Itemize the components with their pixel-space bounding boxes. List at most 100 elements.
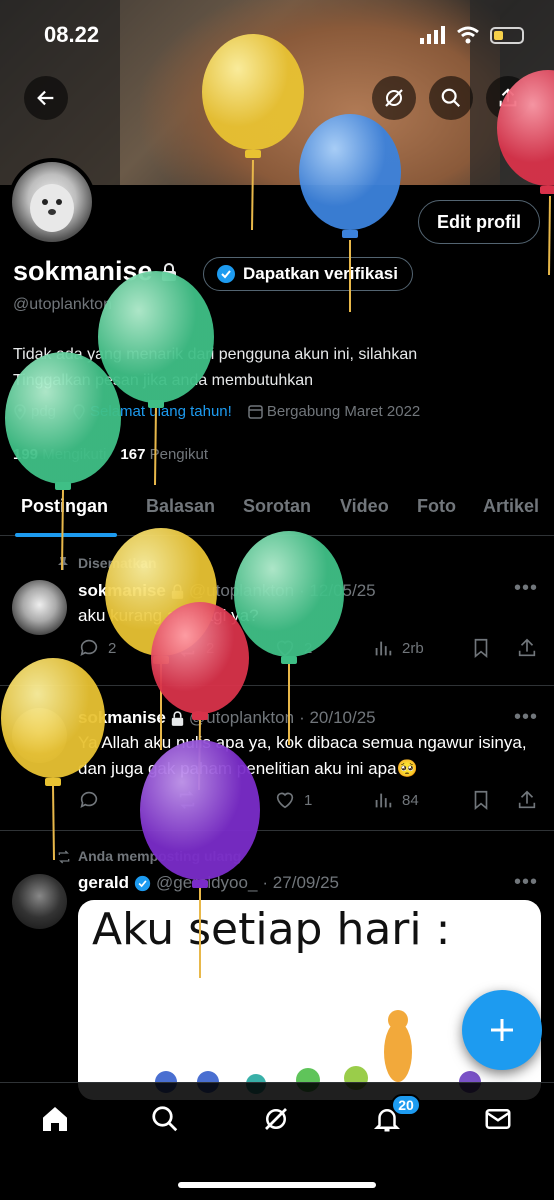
- post-avatar[interactable]: [12, 874, 67, 929]
- share-button[interactable]: [486, 76, 530, 120]
- location-text: pdg: [31, 403, 57, 420]
- views-chart-icon: [375, 793, 392, 808]
- bio-line-2: Tinggalkan pesan jika anda membutuhkan: [13, 372, 314, 389]
- repost-icon: [58, 850, 70, 864]
- tab-foto[interactable]: Foto: [417, 496, 456, 517]
- nav-grok[interactable]: [258, 1101, 294, 1137]
- post-more-button[interactable]: •••: [514, 577, 538, 600]
- nav-home[interactable]: [37, 1101, 73, 1137]
- followers-stat[interactable]: 167 Pengikut: [120, 446, 208, 463]
- post-author-handle: @utoplankton: [188, 581, 295, 600]
- profile-name: sokmanise: [13, 256, 153, 286]
- views-count: 84: [402, 791, 419, 809]
- grok-button[interactable]: [372, 76, 416, 120]
- birthday-text[interactable]: Selamat ulang tahun!: [90, 403, 232, 420]
- heart-icon: [276, 640, 294, 657]
- tab-postingan[interactable]: Postingan: [21, 496, 108, 517]
- lock-icon: [171, 583, 184, 599]
- verified-badge-icon: [134, 875, 151, 891]
- views-chart-icon: [375, 641, 392, 656]
- verified-badge-icon: [217, 265, 235, 283]
- get-verified-button[interactable]: Dapatkan verifikasi: [203, 257, 413, 291]
- post-avatar[interactable]: [12, 708, 67, 763]
- post-item[interactable]: sokmanise @utoplankton · 20/10/25 ••• Ya…: [0, 686, 554, 831]
- post-more-button[interactable]: •••: [514, 871, 538, 894]
- grok-icon: [385, 89, 403, 107]
- reply-icon: [80, 791, 98, 808]
- tab-sorotan[interactable]: Sorotan: [243, 496, 311, 517]
- post-date: · 12/05/25: [299, 581, 376, 600]
- views-button[interactable]: 84: [372, 789, 419, 811]
- profile-bio: Tidak ada yang menarik dari pengguna aku…: [13, 342, 533, 394]
- share-icon: [518, 790, 536, 809]
- signal-icon: [420, 26, 445, 44]
- post-author-name[interactable]: sokmanise: [78, 581, 166, 601]
- repost-button[interactable]: 2: [176, 637, 214, 659]
- post-author-name[interactable]: gerald: [78, 873, 129, 893]
- views-button[interactable]: 2rb: [372, 637, 424, 659]
- repost-icon: [179, 639, 195, 657]
- plus-icon: [491, 1019, 513, 1041]
- reply-count: 2: [108, 639, 117, 657]
- tab-balasan[interactable]: Balasan: [146, 496, 215, 517]
- bookmark-icon: [474, 790, 488, 811]
- following-stat[interactable]: 199 Mengikuti: [13, 446, 106, 463]
- media-cartoon-figures: [155, 1010, 481, 1094]
- following-label: Mengikuti: [42, 446, 107, 463]
- profile-tabs: Postingan Balasan Sorotan Video Foto Art…: [0, 480, 554, 536]
- share-post-button[interactable]: [516, 789, 538, 811]
- post-actions: 1 84: [78, 789, 543, 815]
- tab-artikel[interactable]: Artikel: [483, 496, 539, 517]
- share-post-button[interactable]: [516, 637, 538, 659]
- profile-handle: @utoplankton: [13, 296, 112, 313]
- post-avatar[interactable]: [12, 580, 67, 635]
- repost-button[interactable]: [176, 789, 206, 811]
- edit-profile-button[interactable]: Edit profil: [418, 200, 540, 244]
- profile-birthday[interactable]: Selamat ulang tahun!: [72, 403, 232, 420]
- like-count: 2: [304, 639, 313, 657]
- post-header: gerald @geraldyoo_ · 27/09/25: [78, 873, 339, 893]
- search-icon: [152, 1106, 178, 1132]
- post-author-handle: @geraldyoo_: [156, 873, 258, 892]
- tab-video[interactable]: Video: [340, 496, 389, 517]
- location-pin-icon: [14, 403, 26, 420]
- grok-icon: [265, 1108, 287, 1130]
- back-button[interactable]: [24, 76, 68, 120]
- compose-post-button[interactable]: [462, 990, 542, 1070]
- bio-line-1: Tidak ada yang menarik dari pengguna aku…: [13, 346, 418, 363]
- heart-icon: [276, 792, 294, 809]
- battery-icon: [490, 26, 524, 44]
- profile-avatar[interactable]: [8, 158, 96, 246]
- like-count: 1: [304, 791, 313, 809]
- search-button[interactable]: [429, 76, 473, 120]
- arrow-left-icon: [37, 90, 54, 106]
- wifi-icon: [457, 26, 479, 44]
- post-item[interactable]: Disematkan sokmanise @utoplankton · 12/0…: [0, 537, 554, 686]
- post-header: sokmanise @utoplankton · 20/10/25: [78, 708, 376, 728]
- bookmark-button[interactable]: [470, 637, 492, 659]
- post-more-button[interactable]: •••: [514, 706, 538, 729]
- joined-text: Bergabung Maret 2022: [266, 403, 421, 420]
- reply-button[interactable]: [78, 789, 108, 811]
- status-icons: [420, 26, 524, 44]
- following-count: 199: [13, 446, 39, 463]
- nav-messages[interactable]: [480, 1101, 516, 1137]
- nav-search[interactable]: [147, 1101, 183, 1137]
- bookmark-icon: [474, 638, 488, 659]
- get-verified-label: Dapatkan verifikasi: [243, 264, 398, 283]
- profile-meta: pdg Selamat ulang tahun! Bergabung Maret…: [13, 403, 420, 420]
- home-indicator: [178, 1182, 376, 1188]
- post-text: Ya Allah aku nulis apa ya, kok dibaca se…: [78, 733, 527, 778]
- follow-stats: 199 Mengikuti 167 Pengikut: [13, 446, 208, 463]
- reply-button[interactable]: 2: [78, 637, 116, 659]
- like-button[interactable]: 2: [274, 637, 312, 659]
- status-time: 08.22: [44, 22, 100, 47]
- post-text: aku kurang apa lagi ya?: [78, 606, 259, 625]
- post-media-image[interactable]: Aku setiap hari :: [78, 900, 541, 1100]
- profile-name-row: sokmanise: [13, 256, 177, 287]
- location-pin-icon: [73, 403, 85, 420]
- post-author-name[interactable]: sokmanise: [78, 708, 166, 728]
- like-button[interactable]: 1: [274, 789, 312, 811]
- post-actions: 2 2 2 2rb: [78, 637, 543, 663]
- bookmark-button[interactable]: [470, 789, 492, 811]
